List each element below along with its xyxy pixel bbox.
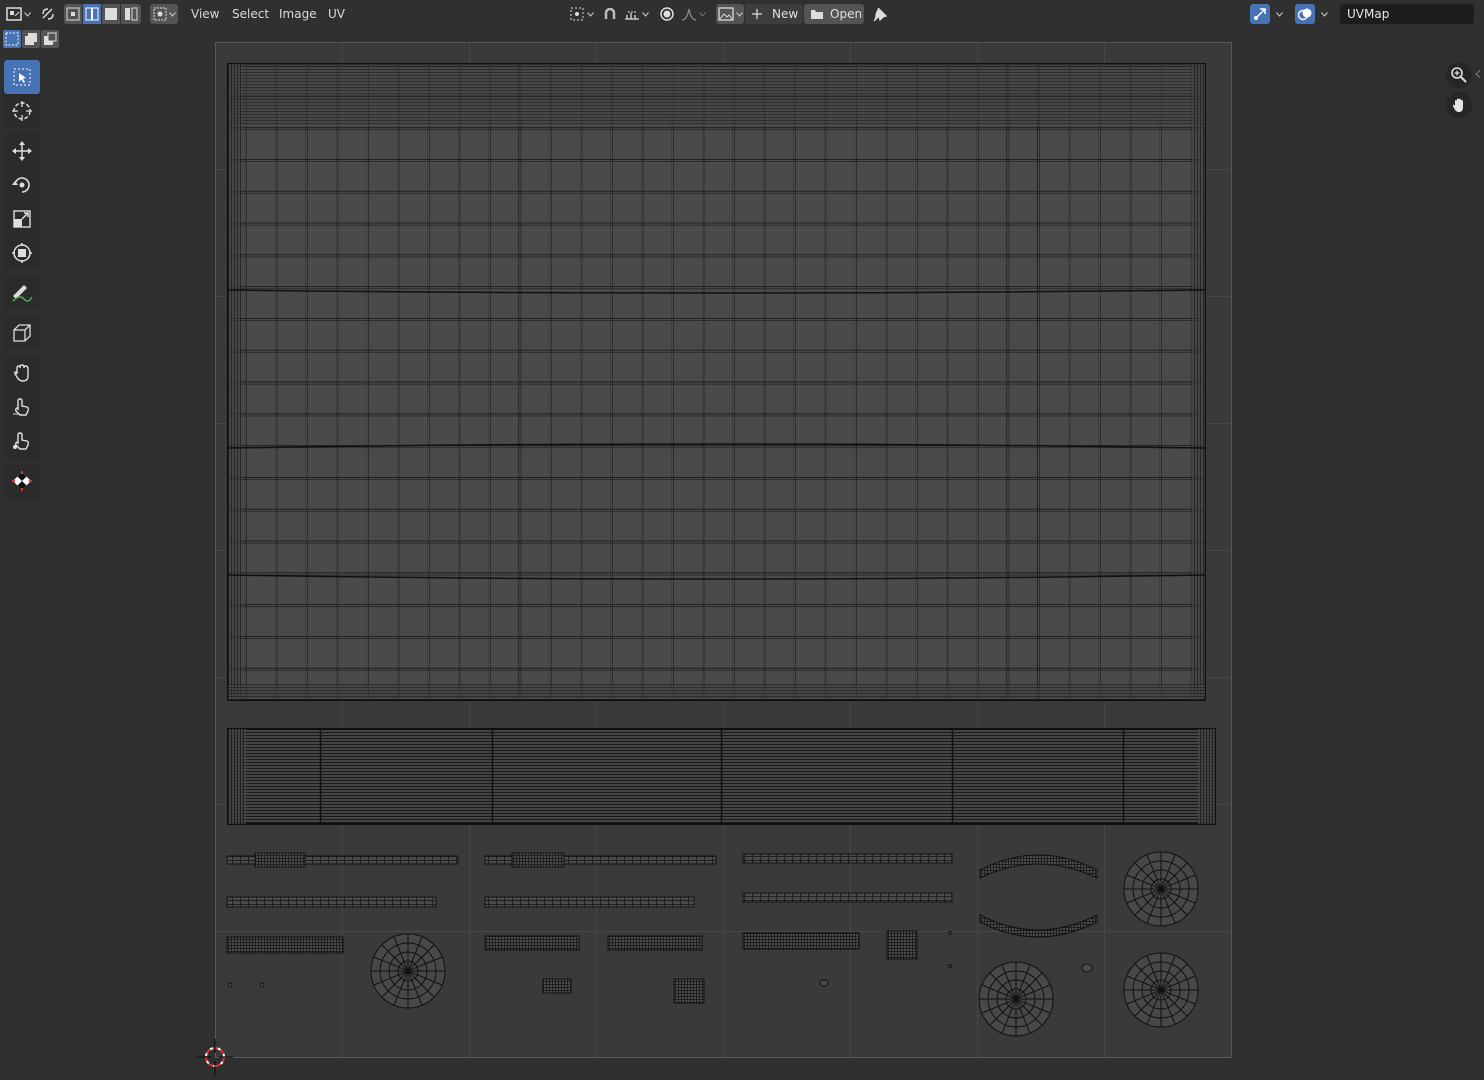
island-select-button[interactable] xyxy=(121,4,141,24)
select-mode-buttons xyxy=(3,30,59,48)
zoom-icon xyxy=(1451,67,1467,83)
plus-icon xyxy=(752,9,762,19)
header-bar: View Select Image UV New Open UVMap xyxy=(0,0,1484,28)
sticky-selection-dropdown[interactable] xyxy=(150,4,178,24)
sync-selection-button[interactable] xyxy=(38,4,58,24)
proportional-editing-icon xyxy=(660,7,674,21)
snap-target-dropdown[interactable] xyxy=(620,4,652,24)
rip-region-icon xyxy=(13,324,31,342)
gizmo-dropdown[interactable] xyxy=(1271,4,1287,24)
cursor-tool[interactable] xyxy=(4,94,40,128)
menu-uv[interactable]: UV xyxy=(324,5,349,23)
relax-tool[interactable] xyxy=(4,390,40,424)
sidebar-toggle-arrow-icon[interactable] xyxy=(1475,70,1481,78)
transform-icon xyxy=(12,243,32,263)
island-select-icon xyxy=(125,7,138,21)
chevron-down-icon xyxy=(698,11,706,17)
proportional-editing-toggle[interactable] xyxy=(658,4,676,24)
new-image-button[interactable]: New xyxy=(745,4,803,24)
annotate-icon xyxy=(12,285,33,302)
select-extend-icon xyxy=(25,33,37,45)
sample-tool[interactable] xyxy=(4,464,40,498)
uv-editor-canvas[interactable] xyxy=(0,0,1484,1080)
scale-tool[interactable] xyxy=(4,202,40,236)
annotate-tool[interactable] xyxy=(4,276,40,310)
menu-select[interactable]: Select xyxy=(228,5,273,23)
relax-icon xyxy=(13,398,30,416)
folder-icon xyxy=(811,10,823,19)
select-extend-mode[interactable] xyxy=(22,30,40,48)
pan-view-button[interactable] xyxy=(1446,92,1472,118)
edge-select-icon xyxy=(85,7,99,21)
chevron-down-icon xyxy=(23,11,31,17)
select-new-icon xyxy=(5,32,19,46)
select-subtract-mode[interactable] xyxy=(41,30,59,48)
pinch-tool[interactable] xyxy=(4,424,40,458)
scale-icon xyxy=(13,210,31,228)
pivot-point-icon xyxy=(570,7,583,21)
pin-icon xyxy=(873,7,888,22)
tool-shelf xyxy=(3,60,41,504)
rip-region-tool[interactable] xyxy=(4,316,40,350)
sample-icon xyxy=(12,471,32,491)
cursor-icon xyxy=(12,101,32,121)
gizmo-toggle[interactable] xyxy=(1250,4,1270,24)
uv-island-main[interactable] xyxy=(227,63,1206,701)
transform-tool[interactable] xyxy=(4,236,40,270)
select-new-mode[interactable] xyxy=(3,30,21,48)
chevron-down-icon xyxy=(1275,11,1283,17)
vertex-select-button[interactable] xyxy=(64,4,82,24)
editor-type-button[interactable] xyxy=(4,4,32,24)
falloff-curve-icon xyxy=(681,8,696,21)
zoom-view-button[interactable] xyxy=(1446,62,1472,88)
image-icon xyxy=(717,7,734,21)
grab-tool[interactable] xyxy=(4,356,40,390)
overlays-dropdown[interactable] xyxy=(1316,4,1332,24)
pinch-icon xyxy=(13,432,30,450)
pivot-point-dropdown[interactable] xyxy=(566,4,596,24)
rotate-tool[interactable] xyxy=(4,168,40,202)
new-image-label: New xyxy=(772,7,799,21)
sync-icon xyxy=(42,8,54,20)
open-image-label: Open xyxy=(830,7,863,21)
face-select-button[interactable] xyxy=(102,4,120,24)
browse-image-dropdown[interactable] xyxy=(716,4,744,24)
face-select-icon xyxy=(105,8,117,20)
move-icon xyxy=(12,141,32,161)
hand-icon xyxy=(1452,98,1463,112)
chevron-down-icon xyxy=(168,11,176,17)
overlays-icon xyxy=(1297,8,1312,21)
sticky-selection-icon xyxy=(153,7,166,21)
uv-map-selector[interactable]: UVMap xyxy=(1340,4,1474,24)
edge-select-button[interactable] xyxy=(83,4,101,24)
select-box-icon xyxy=(13,68,31,86)
chevron-down-icon xyxy=(586,11,594,17)
chevron-down-icon xyxy=(641,11,649,17)
rotate-icon xyxy=(12,177,30,193)
menu-view[interactable]: View xyxy=(187,5,223,23)
snap-toggle[interactable] xyxy=(601,4,619,24)
menu-image[interactable]: Image xyxy=(275,5,321,23)
chevron-down-icon xyxy=(735,11,743,17)
uv-island-strip[interactable] xyxy=(227,728,1216,825)
move-tool[interactable] xyxy=(4,134,40,168)
overlays-toggle[interactable] xyxy=(1295,4,1315,24)
open-image-button[interactable]: Open xyxy=(804,4,864,24)
pin-image-toggle[interactable] xyxy=(870,4,890,24)
select-subtract-icon xyxy=(44,32,57,45)
grab-hand-icon xyxy=(13,364,29,382)
image-editor-icon xyxy=(5,7,22,21)
vertex-select-icon xyxy=(66,7,80,21)
chevron-down-icon xyxy=(1320,11,1328,17)
snap-increment-icon xyxy=(624,11,639,20)
falloff-dropdown[interactable] xyxy=(678,4,708,24)
select-box-tool[interactable] xyxy=(4,60,40,94)
magnet-icon xyxy=(604,7,616,19)
gizmo-icon xyxy=(1254,8,1266,20)
